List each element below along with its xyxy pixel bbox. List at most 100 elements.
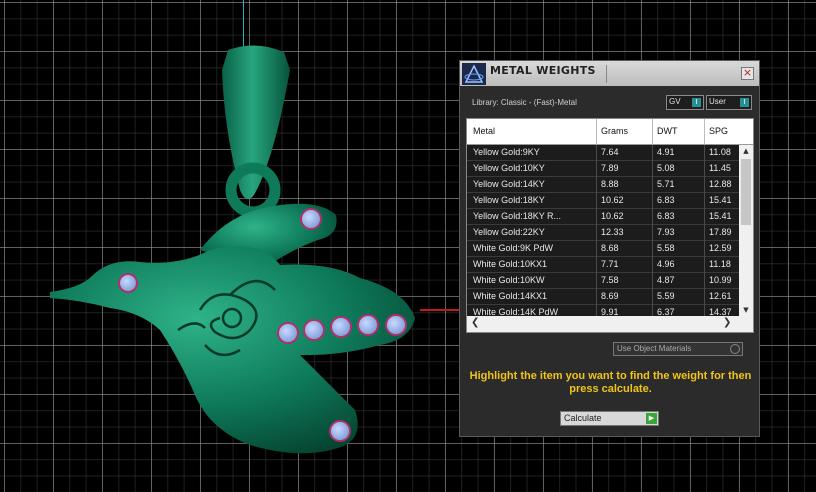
- dwt-cell: 7.93: [657, 227, 675, 237]
- use-object-materials-checkbox[interactable]: Use Object Materials: [613, 342, 743, 356]
- grams-cell: 8.69: [601, 291, 619, 301]
- scroll-left-icon[interactable]: ❮: [471, 317, 479, 328]
- grams-cell: 7.71: [601, 259, 619, 269]
- cell-divider: [652, 193, 653, 209]
- vertical-scrollbar[interactable]: ▲ ▼: [739, 145, 753, 316]
- spg-cell: 11.08: [709, 147, 731, 157]
- close-button[interactable]: ×: [741, 67, 754, 80]
- dwt-cell: 5.71: [657, 179, 675, 189]
- radio-circle-icon: [730, 344, 740, 354]
- metal-cell: Yellow Gold:18KY: [473, 195, 545, 205]
- cell-divider: [704, 145, 705, 161]
- dwt-cell: 5.59: [657, 291, 675, 301]
- table-row[interactable]: Yellow Gold:22KY 12.33 7.93 17.89: [467, 225, 739, 241]
- cell-divider: [596, 225, 597, 241]
- gv-toggle[interactable]: GV I: [666, 95, 704, 110]
- use-object-materials-label: Use Object Materials: [617, 344, 692, 353]
- spg-cell: 17.89: [709, 227, 732, 237]
- title-divider: [606, 65, 607, 83]
- cell-divider: [652, 257, 653, 273]
- column-divider: [652, 119, 653, 144]
- scroll-down-icon[interactable]: ▼: [739, 304, 753, 316]
- cell-divider: [596, 177, 597, 193]
- cell-divider: [596, 145, 597, 161]
- metal-cell: Yellow Gold:22KY: [473, 227, 545, 237]
- spg-cell: 15.41: [709, 211, 732, 221]
- horizontal-scrollbar[interactable]: ❮ ❯: [467, 316, 753, 332]
- gv-label: GV: [669, 97, 681, 106]
- calculate-label: Calculate: [564, 413, 602, 423]
- metal-cell: Yellow Gold:18KY R...: [473, 211, 562, 221]
- app-logo-icon: [462, 63, 486, 85]
- metal-cell: White Gold:10KX1: [473, 259, 548, 269]
- play-arrow-icon: ▶: [646, 413, 657, 424]
- cell-divider: [704, 289, 705, 305]
- panel-titlebar[interactable]: METAL WEIGHTS ×: [460, 61, 759, 86]
- cell-divider: [652, 161, 653, 177]
- table-row[interactable]: Yellow Gold:10KY 7.89 5.08 11.45: [467, 161, 739, 177]
- user-toggle-icon: I: [740, 98, 749, 107]
- table-row[interactable]: Yellow Gold:18KY 10.62 6.83 15.41: [467, 193, 739, 209]
- cell-divider: [596, 161, 597, 177]
- table-row[interactable]: White Gold:14KX1 8.69 5.59 12.61: [467, 289, 739, 305]
- table-row[interactable]: White Gold:10KX1 7.71 4.96 11.18: [467, 257, 739, 273]
- column-header-spg[interactable]: SPG: [709, 126, 728, 136]
- cell-divider: [596, 193, 597, 209]
- table-row[interactable]: White Gold:10KW 7.58 4.87 10.99: [467, 273, 739, 289]
- column-header-dwt[interactable]: DWT: [657, 126, 678, 136]
- table-rows: Yellow Gold:9KY 7.64 4.91 11.08 Yellow Gold…: [467, 145, 739, 316]
- metal-cell: White Gold:14K PdW: [473, 307, 559, 316]
- table-row[interactable]: Yellow Gold:14KY 8.88 5.71 12.88: [467, 177, 739, 193]
- column-divider: [596, 119, 597, 144]
- calculate-button[interactable]: Calculate ▶: [560, 411, 659, 426]
- vertical-scroll-thumb[interactable]: [741, 159, 751, 225]
- table-row[interactable]: Yellow Gold:9KY 7.64 4.91 11.08: [467, 145, 739, 161]
- metal-cell: Yellow Gold:14KY: [473, 179, 545, 189]
- cell-divider: [596, 305, 597, 316]
- cell-divider: [704, 209, 705, 225]
- user-toggle[interactable]: User I: [706, 95, 752, 110]
- table-header: Metal Grams DWT SPG: [467, 119, 753, 145]
- table-row[interactable]: Yellow Gold:18KY R... 10.62 6.83 15.41: [467, 209, 739, 225]
- grams-cell: 7.89: [601, 163, 619, 173]
- cell-divider: [652, 305, 653, 316]
- grams-cell: 8.88: [601, 179, 619, 189]
- spg-cell: 12.88: [709, 179, 732, 189]
- cell-divider: [652, 273, 653, 289]
- spg-cell: 12.59: [709, 243, 732, 253]
- metal-cell: Yellow Gold:9KY: [473, 147, 540, 157]
- bird-body: [50, 246, 415, 454]
- grams-cell: 7.58: [601, 275, 619, 285]
- cell-divider: [652, 241, 653, 257]
- spg-cell: 14.37: [709, 307, 732, 316]
- metal-weights-panel: METAL WEIGHTS × Library: Classic - (Fast…: [459, 60, 760, 437]
- grams-cell: 10.62: [601, 211, 624, 221]
- cell-divider: [652, 289, 653, 305]
- cell-divider: [704, 305, 705, 316]
- dwt-cell: 4.96: [657, 259, 675, 269]
- table-row[interactable]: White Gold:14K PdW 9.91 6.37 14.37: [467, 305, 739, 316]
- cell-divider: [652, 209, 653, 225]
- scroll-right-icon[interactable]: ❯: [723, 317, 731, 328]
- metal-cell: White Gold:9K PdW: [473, 243, 554, 253]
- metal-cell: White Gold:14KX1: [473, 291, 548, 301]
- grams-cell: 7.64: [601, 147, 619, 157]
- cell-divider: [704, 241, 705, 257]
- table-row[interactable]: White Gold:9K PdW 8.68 5.58 12.59: [467, 241, 739, 257]
- dwt-cell: 4.91: [657, 147, 675, 157]
- cell-divider: [652, 145, 653, 161]
- column-header-metal[interactable]: Metal: [473, 126, 495, 136]
- scroll-up-icon[interactable]: ▲: [739, 145, 753, 157]
- cell-divider: [704, 225, 705, 241]
- grams-cell: 10.62: [601, 195, 624, 205]
- dwt-cell: 6.37: [657, 307, 675, 316]
- cell-divider: [704, 257, 705, 273]
- cell-divider: [704, 273, 705, 289]
- column-header-grams[interactable]: Grams: [601, 126, 628, 136]
- cell-divider: [704, 177, 705, 193]
- dwt-cell: 5.58: [657, 243, 675, 253]
- instruction-text: Highlight the item you want to find the …: [469, 370, 752, 395]
- spg-cell: 15.41: [709, 195, 732, 205]
- cell-divider: [596, 289, 597, 305]
- panel-title: METAL WEIGHTS: [490, 64, 596, 77]
